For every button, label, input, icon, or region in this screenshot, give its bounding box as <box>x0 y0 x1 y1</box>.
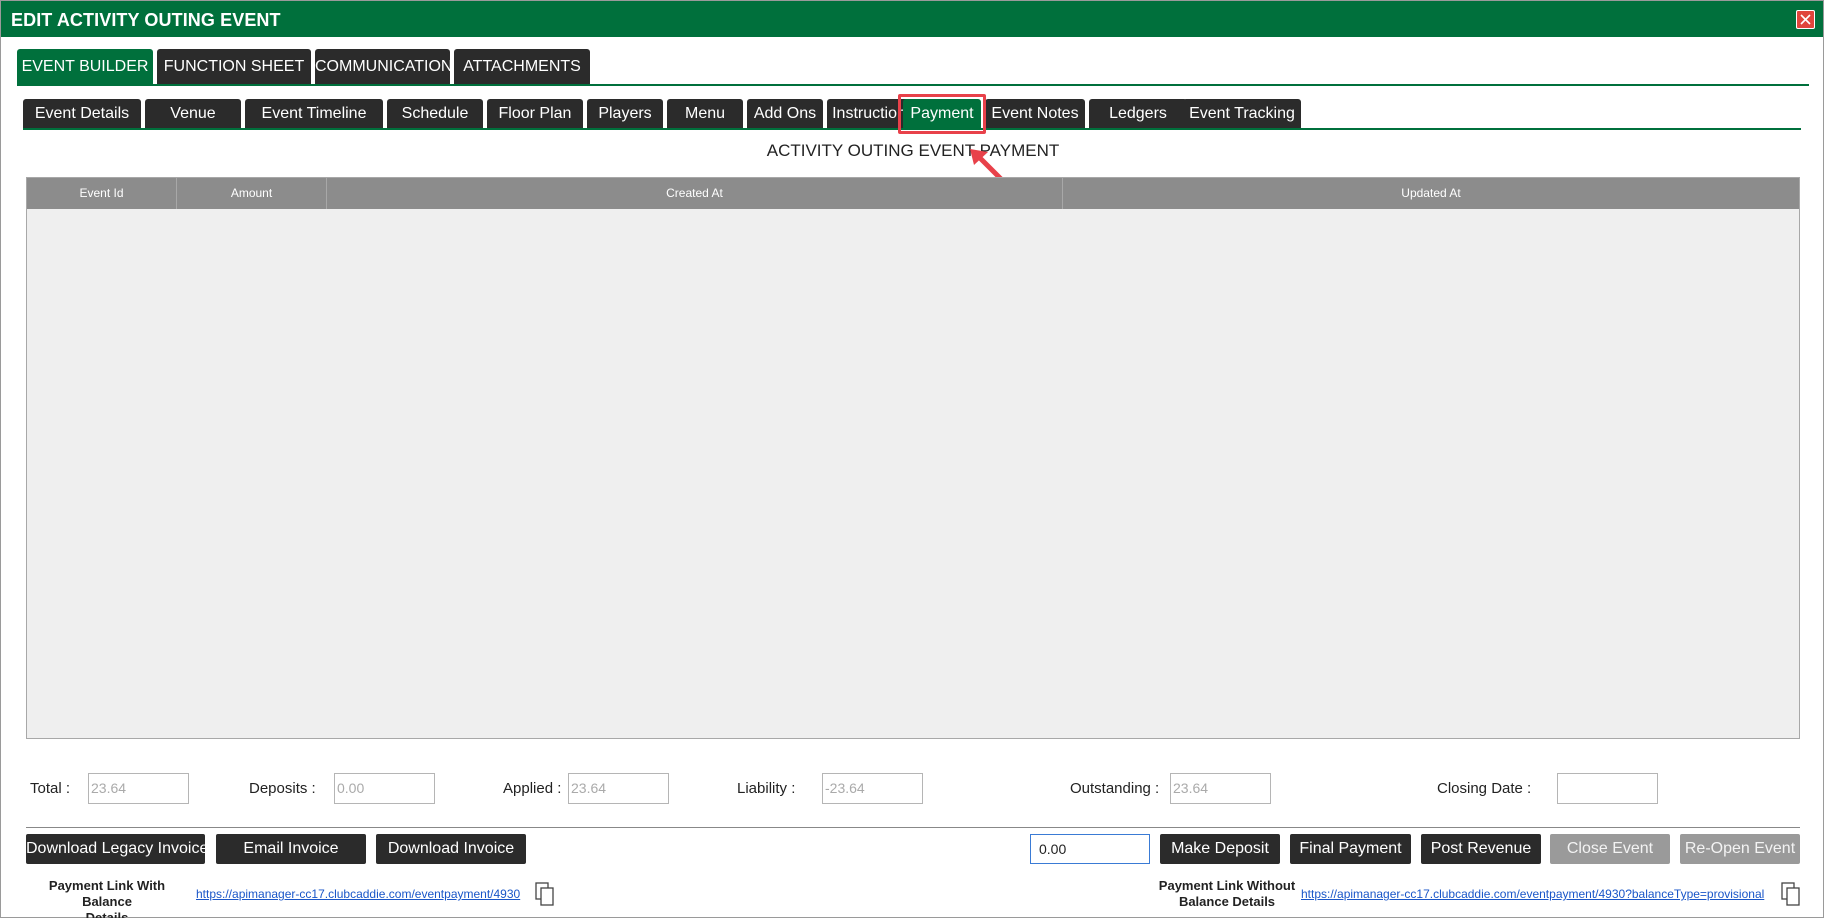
applied-field: 23.64 <box>568 773 669 804</box>
edit-activity-outing-event-window: EDIT ACTIVITY OUTING EVENT EVENT BUILDER… <box>0 0 1824 918</box>
subtab-event-details[interactable]: Event Details <box>23 99 141 129</box>
subtab-ledgers[interactable]: Ledgers <box>1089 99 1187 129</box>
without-balance-label-line1: Payment Link Without <box>1158 878 1296 893</box>
subtab-schedule[interactable]: Schedule <box>387 99 483 129</box>
payment-link-without-balance-url[interactable]: https://apimanager-cc17.clubcaddie.com/e… <box>1301 887 1764 901</box>
subtab-add-ons[interactable]: Add Ons <box>747 99 823 129</box>
tab-event-builder[interactable]: EVENT BUILDER <box>17 49 153 85</box>
subtab-event-notes[interactable]: Event Notes <box>985 99 1085 129</box>
closing-date-label: Closing Date : <box>1437 780 1532 797</box>
download-invoice-button[interactable]: Download Invoice <box>376 834 526 864</box>
close-event-button[interactable]: Close Event <box>1550 834 1670 864</box>
final-payment-button[interactable]: Final Payment <box>1290 834 1411 864</box>
tab-function-sheet[interactable]: FUNCTION SHEET <box>157 49 311 85</box>
liability-label: Liability : <box>737 780 796 797</box>
subtab-event-tracking[interactable]: Event Tracking <box>1183 99 1301 129</box>
payment-link-with-balance-label: Payment Link With Balance Details <box>23 878 191 918</box>
actions-divider <box>26 827 1800 828</box>
main-tabs-underline <box>17 84 1809 86</box>
without-balance-label-line2: Balance Details <box>1178 894 1276 909</box>
deposit-amount-input[interactable]: 0.00 <box>1030 834 1150 864</box>
applied-label: Applied : <box>503 780 562 797</box>
post-revenue-button[interactable]: Post Revenue <box>1421 834 1541 864</box>
subtab-players[interactable]: Players <box>587 99 663 129</box>
column-header-created-at[interactable]: Created At <box>327 178 1063 209</box>
reopen-event-button[interactable]: Re-Open Event <box>1680 834 1800 864</box>
closing-date-field[interactable] <box>1557 773 1658 804</box>
total-label: Total : <box>30 780 71 797</box>
email-invoice-button[interactable]: Email Invoice <box>216 834 366 864</box>
close-icon <box>1800 14 1811 25</box>
column-header-event-id[interactable]: Event Id <box>27 178 177 209</box>
tab-communication[interactable]: COMMUNICATION <box>315 49 452 85</box>
copy-icon[interactable] <box>535 882 555 906</box>
payment-tab-highlight <box>898 94 986 134</box>
section-title: ACTIVITY OUTING EVENT PAYMENT <box>766 141 1060 160</box>
outstanding-label: Outstanding : <box>1070 780 1160 797</box>
column-header-updated-at[interactable]: Updated At <box>1063 178 1799 209</box>
title-bar: EDIT ACTIVITY OUTING EVENT <box>1 1 1823 37</box>
subtab-venue[interactable]: Venue <box>145 99 241 129</box>
with-balance-label-line1: Payment Link With Balance <box>48 878 166 909</box>
window-title: EDIT ACTIVITY OUTING EVENT <box>11 10 281 30</box>
deposits-field: 0.00 <box>334 773 435 804</box>
payment-link-without-balance-label: Payment Link Without Balance Details <box>1155 878 1299 910</box>
subtab-event-timeline[interactable]: Event Timeline <box>245 99 383 129</box>
subtab-floor-plan[interactable]: Floor Plan <box>487 99 583 129</box>
deposits-label: Deposits : <box>249 780 316 797</box>
copy-icon[interactable] <box>1781 882 1801 906</box>
subtab-menu[interactable]: Menu <box>667 99 743 129</box>
make-deposit-button[interactable]: Make Deposit <box>1160 834 1280 864</box>
liability-field: -23.64 <box>822 773 923 804</box>
download-legacy-invoice-button[interactable]: Download Legacy Invoice <box>26 834 208 864</box>
close-button[interactable] <box>1796 10 1815 29</box>
column-header-amount[interactable]: Amount <box>177 178 327 209</box>
payment-link-with-balance-url[interactable]: https://apimanager-cc17.clubcaddie.com/e… <box>196 887 520 901</box>
outstanding-field: 23.64 <box>1170 773 1271 804</box>
total-field: 23.64 <box>88 773 189 804</box>
payment-grid: Event Id Amount Created At Updated At <box>26 177 1800 739</box>
tab-attachments[interactable]: ATTACHMENTS <box>454 49 590 85</box>
with-balance-label-line2: Details <box>85 910 129 918</box>
grid-header: Event Id Amount Created At Updated At <box>27 178 1799 209</box>
